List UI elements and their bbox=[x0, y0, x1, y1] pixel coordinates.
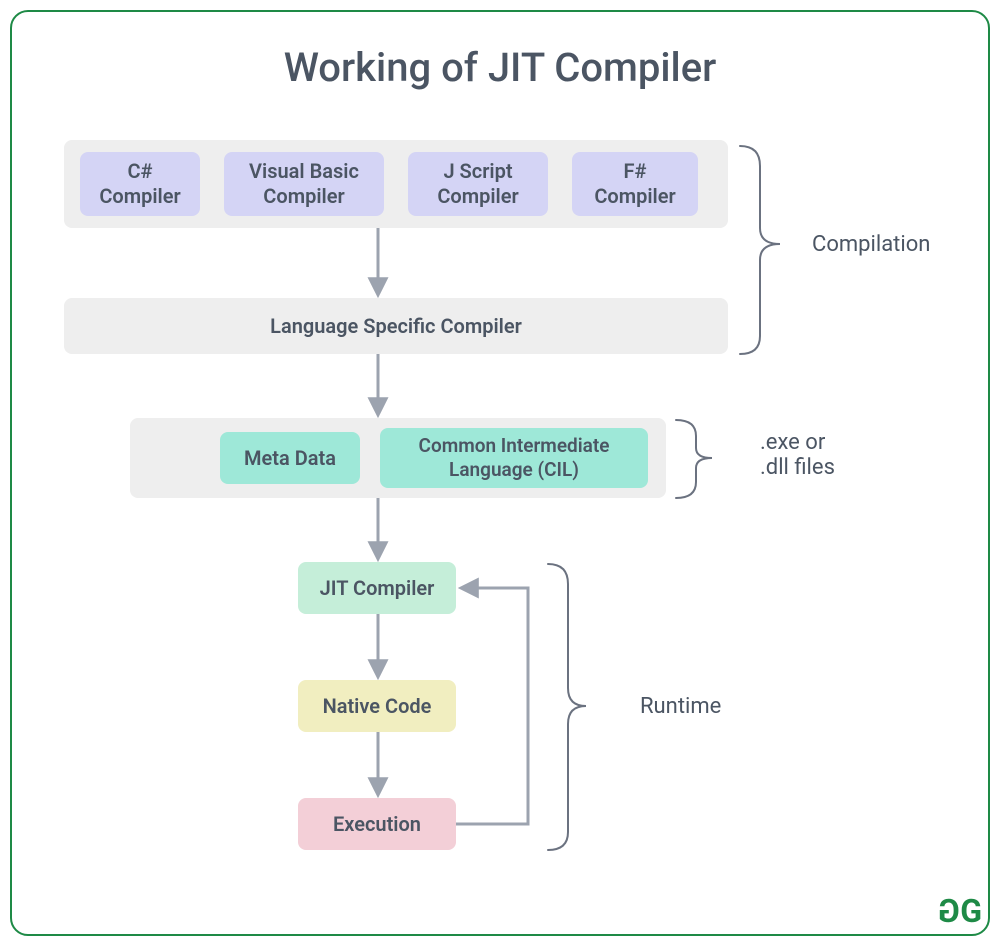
fsharp-compiler-node: F#Compiler bbox=[572, 152, 698, 216]
cil-node: Common IntermediateLanguage (CIL) bbox=[380, 428, 648, 488]
csharp-compiler-node: C#Compiler bbox=[80, 152, 200, 216]
jscript-compiler-node: J ScriptCompiler bbox=[408, 152, 548, 216]
language-specific-compiler-node: Language Specific Compiler bbox=[64, 298, 728, 354]
jit-compiler-node: JIT Compiler bbox=[298, 562, 456, 614]
vb-compiler-node: Visual BasicCompiler bbox=[224, 152, 384, 216]
runtime-label: Runtime bbox=[640, 694, 721, 719]
meta-data-node: Meta Data bbox=[220, 432, 360, 484]
compilation-label: Compilation bbox=[812, 232, 930, 257]
native-code-node: Native Code bbox=[298, 680, 456, 732]
diagram-title: Working of JIT Compiler bbox=[0, 44, 1000, 91]
exe-dll-label: .exe or.dll files bbox=[760, 430, 835, 480]
execution-node: Execution bbox=[298, 798, 456, 850]
gfg-logo-icon: GG bbox=[942, 892, 978, 930]
